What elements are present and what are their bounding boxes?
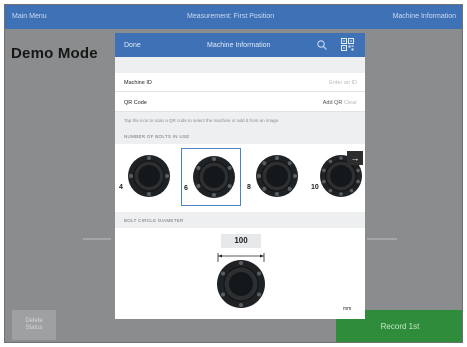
machine-id-row[interactable]: Machine ID Enter an ID [115,73,365,92]
unit-label: mm [343,306,352,312]
machine-id-input[interactable]: Enter an ID [329,80,357,86]
machine-information-dialog: Done Machine Information Machine ID Ente… [115,33,365,319]
next-arrow-button[interactable]: → [347,151,363,165]
add-qr-button[interactable]: Add QR [323,100,343,106]
bcd-value-input[interactable]: 100 [221,234,261,248]
bolt-count-label: 4 [119,184,123,191]
section-spacer [115,57,365,73]
bolts-section-header: NUMBER OF BOLTS IN USE [115,128,365,144]
bcd-section-header: BOLT CIRCLE DIAMETER [115,212,365,228]
search-icon[interactable] [316,39,328,51]
bolt-count-label: 8 [247,184,251,191]
qr-code-actions: Add QR Clear [323,100,357,106]
delete-label: Delete [25,318,43,324]
dialog-title: Machine Information [207,42,271,49]
bolt-circle-diameter-panel: 100 mm [115,228,365,319]
flange-4-bolt-icon [128,155,170,197]
bolt-option-6[interactable]: 6 [181,148,241,206]
screen-title: Measurement: First Position [187,13,275,20]
top-navigation-bar: Main Menu Measurement: First Position Ma… [5,5,462,29]
dialog-header: Done Machine Information [115,33,365,57]
flange-6-bolt-icon [193,156,235,198]
bcd-section-title: BOLT CIRCLE DIAMETER [124,218,184,223]
clear-qr-button[interactable]: Clear [344,100,357,106]
qr-code-row[interactable]: QR Code Add QR Clear [115,93,365,112]
qr-code-icon[interactable] [341,38,354,51]
done-button[interactable]: Done [124,42,141,49]
bolt-option-4[interactable]: 4 [117,148,177,206]
bolt-count-selector: 4 6 8 10 → [115,144,365,212]
flange-diameter-icon [217,253,265,308]
divider-left [83,238,111,240]
machine-information-link[interactable]: Machine Information [393,13,456,20]
bolt-count-label: 10 [311,184,319,191]
app-window: Main Menu Measurement: First Position Ma… [4,4,463,343]
main-menu-link[interactable]: Main Menu [12,13,47,20]
qr-hint: Tap the icon to scan a QR code to select… [115,112,365,128]
status-label: Status [25,325,43,331]
divider-right [367,238,397,240]
machine-id-label: Machine ID [124,80,152,86]
bolt-option-8[interactable]: 8 [245,148,305,206]
qr-hint-text: Tap the icon to scan a QR code to select… [124,118,280,123]
demo-mode-title: Demo Mode [11,45,98,62]
flange-8-bolt-icon [256,155,298,197]
bolt-count-label: 6 [184,185,188,192]
qr-code-label: QR Code [124,100,147,106]
bolts-section-title: NUMBER OF BOLTS IN USE [124,134,190,139]
delete-status-button[interactable]: Delete Status [12,310,56,340]
